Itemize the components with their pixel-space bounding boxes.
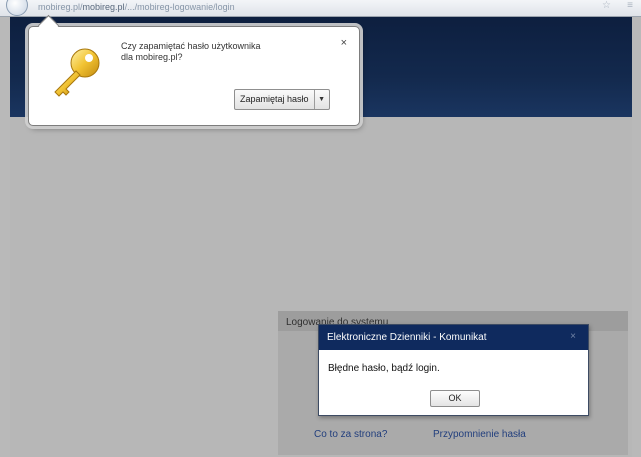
key-icon xyxy=(54,48,100,97)
browser-toolbar: mobireg.pl/mobireg.pl/.../mobireg-logowa… xyxy=(0,0,641,17)
password-reminder-link[interactable]: Przypomnienie hasła xyxy=(433,429,526,440)
chevron-down-icon[interactable]: ▼ xyxy=(315,90,329,109)
url-domain: mobireg.pl xyxy=(82,2,125,12)
save-password-message: Czy zapamiętać hasło użytkownika dla mob… xyxy=(121,41,311,63)
dialog-title: Elektroniczne Dzienniki - Komunikat xyxy=(327,332,487,343)
error-dialog: Elektroniczne Dzienniki - Komunikat × Bł… xyxy=(318,324,589,416)
ok-button[interactable]: OK xyxy=(430,390,480,407)
save-password-line2: dla mobireg.pl? xyxy=(121,52,183,62)
address-bar[interactable]: mobireg.pl/mobireg.pl/.../mobireg-logowa… xyxy=(38,1,598,13)
dialog-titlebar: Elektroniczne Dzienniki - Komunikat × xyxy=(319,325,588,350)
save-password-popup: Czy zapamiętać hasło użytkownika dla mob… xyxy=(28,14,360,126)
back-button[interactable] xyxy=(6,0,28,16)
bookmark-star-icon[interactable]: ☆ xyxy=(602,0,611,11)
about-site-link[interactable]: Co to za strona? xyxy=(314,429,387,440)
save-password-button[interactable]: Zapamiętaj hasło ▼ xyxy=(234,89,330,110)
save-password-line1: Czy zapamiętać hasło użytkownika xyxy=(121,41,261,51)
save-password-label[interactable]: Zapamiętaj hasło xyxy=(235,90,315,109)
close-icon[interactable]: × xyxy=(570,331,576,342)
url-path: /.../mobireg-logowanie/login xyxy=(124,2,235,12)
url-prefix: mobireg.pl/ xyxy=(38,2,83,12)
browser-menu-icon[interactable]: ≡ xyxy=(627,0,633,11)
close-icon[interactable]: × xyxy=(341,37,347,49)
dialog-message: Błędne hasło, bądź login. xyxy=(328,363,440,374)
